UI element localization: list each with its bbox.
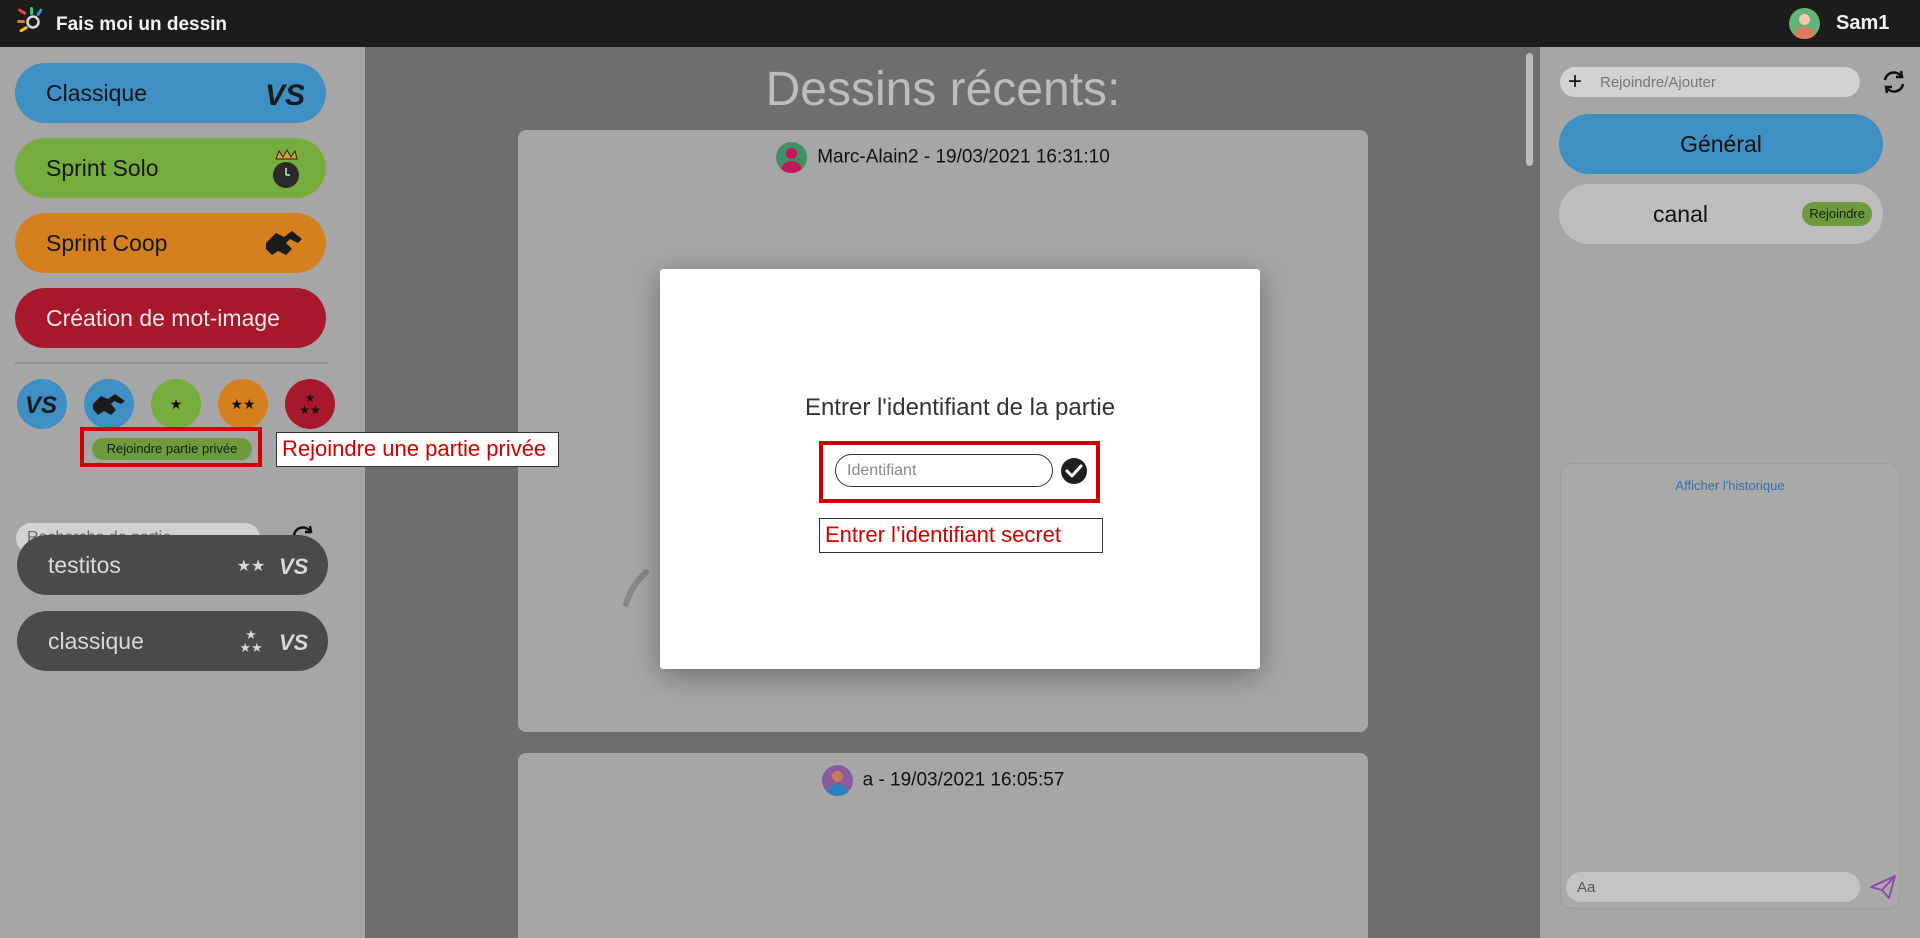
filter-versus-button[interactable]: VS [17, 379, 67, 429]
crown-stopwatch-icon [273, 148, 299, 188]
svg-text:★: ★ [170, 396, 183, 412]
show-history-link[interactable]: Afficher l'historique [1561, 478, 1899, 493]
channel-canal-item[interactable]: canal Rejoindre [1559, 184, 1883, 244]
svg-text:VS: VS [265, 79, 304, 111]
join-channel-field: + [1560, 67, 1860, 97]
author-avatar [776, 142, 808, 173]
channel-general-button[interactable]: Général [1559, 114, 1883, 174]
dialog-title: Entrer l'identifiant de la partie [804, 394, 1116, 421]
handshake-icon [93, 394, 125, 415]
chat-message-input[interactable] [1566, 872, 1860, 902]
svg-text:★★: ★★ [230, 396, 255, 412]
three-stars-icon: ★★★ [239, 627, 262, 655]
scrollbar[interactable] [1526, 53, 1533, 166]
author-avatar [821, 765, 853, 796]
filter-difficulty-1-button[interactable]: ★ [151, 379, 201, 429]
game-list-item[interactable]: testitos ★★ VS [17, 535, 328, 595]
highlight-box [819, 441, 1100, 503]
svg-text:VS: VS [279, 630, 308, 655]
annotation-enter-secret-id: Entrer l’identifiant secret [819, 518, 1103, 553]
top-bar: Fais moi un dessin Sam1 [0, 0, 1920, 47]
svg-text:VS: VS [279, 554, 308, 579]
versus-icon: VS [265, 79, 304, 111]
mode-creation-button[interactable]: Création de mot-image [15, 288, 326, 348]
send-icon[interactable] [1869, 874, 1897, 900]
mode-sprint-solo-button[interactable]: Sprint Solo [15, 138, 326, 198]
drawing-card-header: a - 19/03/2021 16:05:57 [518, 765, 1368, 796]
mode-classique-button[interactable]: Classique VS [15, 63, 326, 123]
page-title: Dessins récents: [765, 63, 1121, 116]
filter-difficulty-2-button[interactable]: ★★ [218, 379, 268, 429]
game-sidebar: Classique VS Sprint Solo Sprint Coop Cré… [0, 47, 365, 938]
chat-panel: + Général canal Rejoindre Afficher l'his… [1540, 47, 1920, 938]
versus-icon: VS [279, 554, 308, 579]
three-stars-icon: ★ ★★ [299, 391, 321, 417]
chat-box: Afficher l'historique [1560, 463, 1900, 909]
user-name[interactable]: Sam1 [1836, 12, 1889, 35]
drawing-card-header: Marc-Alain2 - 19/03/2021 16:31:10 [518, 142, 1368, 173]
app-logo-icon [17, 7, 43, 33]
two-stars-icon: ★★ [230, 396, 255, 412]
join-channel-input[interactable] [1600, 67, 1850, 97]
svg-text:★★: ★★ [239, 640, 262, 655]
versus-icon: VS [279, 630, 308, 655]
one-star-icon: ★ [170, 396, 183, 412]
game-list-item[interactable]: classique ★ ★★ VS [17, 611, 328, 671]
svg-text:VS: VS [25, 392, 57, 419]
mode-sprint-solo-label: Sprint Solo [46, 155, 159, 181]
join-channel-button[interactable]: Rejoindre [1802, 202, 1872, 226]
game-name: classique [48, 628, 144, 654]
app-title: Fais moi un dessin [56, 14, 228, 35]
user-avatar[interactable] [1789, 8, 1820, 39]
svg-text:★★: ★★ [237, 558, 266, 575]
mode-sprint-coop-button[interactable]: Sprint Coop [15, 213, 326, 273]
drawing-author-date: Marc-Alain2 - 19/03/2021 16:31:10 [817, 146, 1110, 168]
mode-classique-label: Classique [46, 80, 147, 106]
versus-icon: VS [25, 392, 57, 419]
divider [15, 362, 328, 364]
handshake-icon [266, 231, 302, 255]
channel-name: canal [1653, 201, 1708, 227]
drawing-author-date: a - 19/03/2021 16:05:57 [862, 769, 1065, 791]
drawing-card[interactable]: a - 19/03/2021 16:05:57 [518, 753, 1368, 938]
plus-icon[interactable]: + [1568, 70, 1582, 94]
mode-sprint-coop-label: Sprint Coop [46, 230, 168, 256]
game-name: testitos [48, 552, 121, 578]
filter-coop-button[interactable] [84, 379, 134, 429]
filter-difficulty-3-button[interactable]: ★ ★★ [285, 379, 335, 429]
svg-text:★★: ★★ [299, 403, 321, 417]
refresh-channels-icon[interactable] [1880, 68, 1908, 96]
mode-creation-label: Création de mot-image [46, 305, 280, 331]
annotation-join-private: Rejoindre une partie privée [276, 432, 559, 467]
highlight-box [80, 427, 262, 467]
two-stars-icon: ★★ [237, 558, 266, 575]
